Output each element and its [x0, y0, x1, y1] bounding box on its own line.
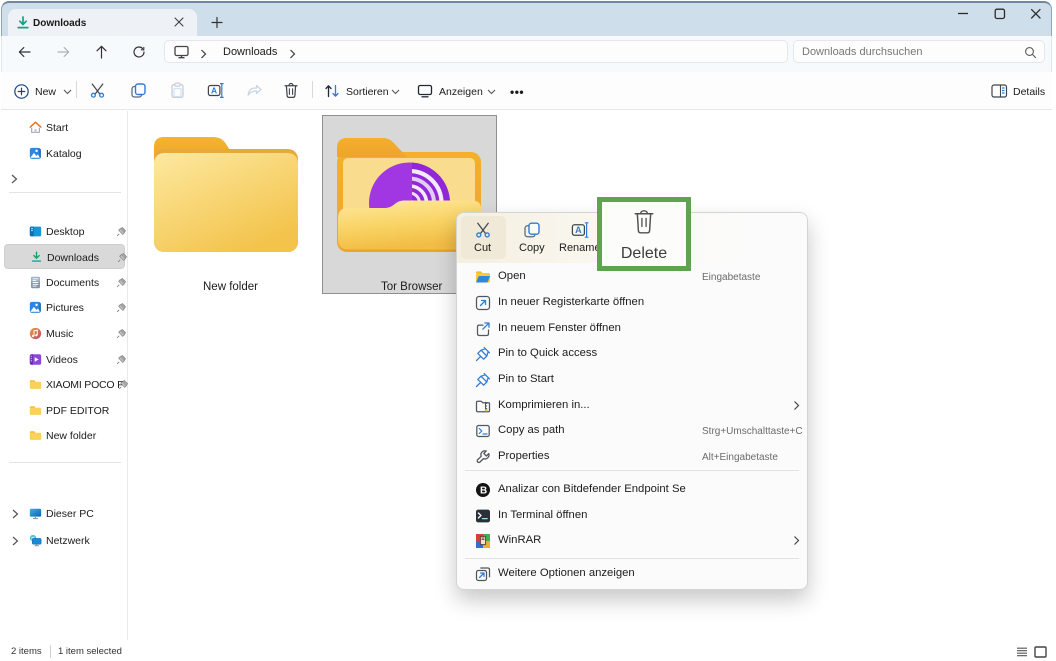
- svg-text:B: B: [480, 486, 487, 497]
- svg-text:A: A: [575, 225, 582, 235]
- svg-text:A: A: [211, 85, 217, 95]
